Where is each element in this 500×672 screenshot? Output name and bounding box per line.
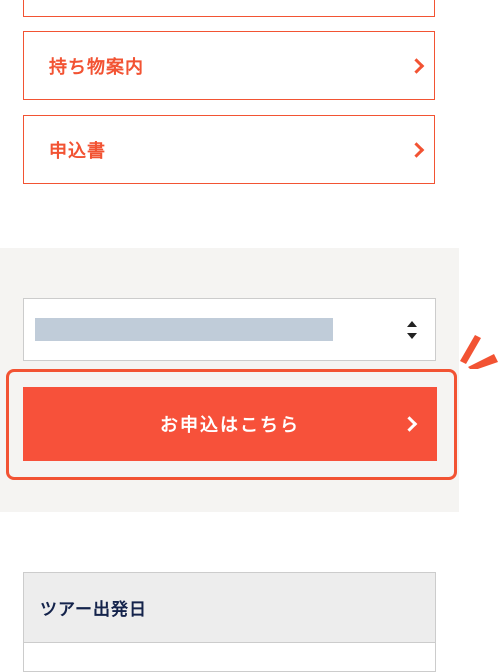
tour-select[interactable] [23,298,436,361]
apply-button[interactable]: お申込はこちら [23,387,437,461]
belongings-guide-label: 持ち物案内 [49,56,144,78]
select-arrows-icon [407,321,417,339]
tour-departure-header: ツアー出発日 [24,573,435,643]
application-form-link[interactable]: 申込書 [23,115,435,184]
chevron-right-icon [401,416,418,432]
tour-departure-table: ツアー出発日 [23,572,436,672]
chevron-right-icon [408,141,425,158]
attention-marks-icon [460,335,498,369]
select-value-redacted [35,318,333,341]
tour-departure-title: ツアー出発日 [40,600,147,620]
application-form-label: 申込書 [49,140,106,162]
link-box-top[interactable] [23,0,435,17]
apply-button-label: お申込はこちら [160,415,300,436]
chevron-right-icon [408,57,425,74]
belongings-guide-link[interactable]: 持ち物案内 [23,31,435,100]
